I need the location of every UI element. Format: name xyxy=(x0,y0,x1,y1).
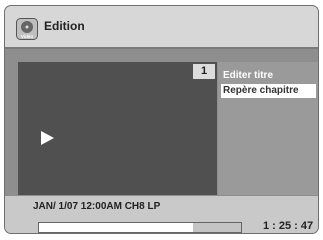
edition-screen: Vidéo Edition 1 Editer titre Repère chap… xyxy=(4,5,319,234)
elapsed-time: 1 : 25 : 47 xyxy=(263,220,314,232)
video-disc-icon: Vidéo xyxy=(16,18,38,40)
page-title: Edition xyxy=(44,19,85,33)
play-icon xyxy=(41,131,54,145)
playback-progress-bar xyxy=(38,222,242,233)
chapter-number-badge: 1 xyxy=(193,64,215,79)
video-icon-label: Vidéo xyxy=(21,34,33,39)
header-bar: Vidéo Edition xyxy=(5,6,318,47)
edit-menu: Editer titre Repère chapitre xyxy=(218,62,318,195)
playback-progress-fill xyxy=(39,223,193,232)
video-preview xyxy=(18,62,217,195)
recording-info: JAN/ 1/07 12:00AM CH8 LP xyxy=(33,201,161,212)
menu-item-editer-titre[interactable]: Editer titre xyxy=(221,69,316,83)
menu-item-repere-chapitre[interactable]: Repère chapitre xyxy=(221,84,316,98)
header-strip xyxy=(5,49,318,61)
